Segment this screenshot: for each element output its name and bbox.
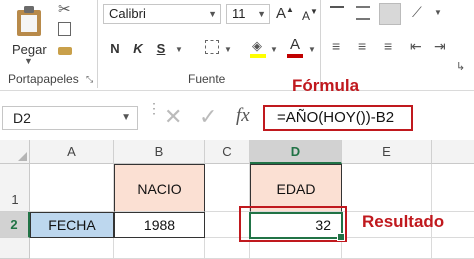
orientation-icon[interactable]: ⟋ (412, 4, 422, 21)
clipboard-group-label: Portapapeles (8, 72, 79, 86)
cell-b1[interactable]: NACIO (114, 164, 205, 212)
bold-button[interactable]: N (108, 41, 122, 56)
cell-c1[interactable] (205, 164, 250, 212)
fill-handle[interactable] (337, 233, 345, 241)
align-top-icon[interactable] (330, 6, 344, 22)
underline-dropdown-icon[interactable]: ▼ (175, 45, 183, 54)
cell-d1[interactable]: EDAD (250, 164, 342, 212)
divider (97, 0, 98, 88)
align-small-icon[interactable]: ↳ (456, 60, 465, 73)
cell-b3[interactable] (114, 238, 205, 259)
underline-button[interactable]: S (154, 41, 168, 56)
font-color-icon: A (289, 36, 300, 53)
grow-font-icon: A (276, 5, 287, 22)
row-header-1[interactable]: 1 (0, 164, 30, 212)
chevron-down-icon: ▼ (208, 9, 217, 19)
column-header-e[interactable]: E (342, 140, 432, 164)
column-header-b[interactable]: B (114, 140, 205, 164)
font-size-value: 11 (232, 6, 246, 21)
column-header-c[interactable]: C (205, 140, 250, 164)
insert-function-icon[interactable]: fx (236, 105, 250, 127)
format-painter-icon[interactable] (58, 47, 72, 55)
formula-annotation: Fórmula (292, 76, 360, 95)
paste-label: Pegar (12, 42, 47, 57)
select-all-icon (18, 152, 27, 161)
row-header-3[interactable] (0, 238, 30, 259)
chevron-down-icon: ▼ (121, 112, 131, 123)
cut-icon[interactable]: ✂ (58, 0, 71, 18)
font-name-value: Calibri (109, 6, 146, 21)
cell-a3[interactable] (30, 238, 114, 259)
result-annotation: Resultado (362, 212, 445, 231)
name-box[interactable]: D2 ▼ (2, 106, 138, 130)
chevron-down-icon: ▼ (24, 56, 33, 66)
italic-button[interactable]: K (131, 41, 145, 56)
cell-e3[interactable] (342, 238, 432, 259)
align-bottom-icon[interactable] (379, 3, 401, 25)
align-center-icon[interactable]: ≡ (358, 38, 366, 54)
decrease-indent-icon[interactable]: ⇤ (410, 38, 422, 55)
borders-dropdown-icon[interactable]: ▼ (224, 45, 232, 54)
align-left-icon[interactable]: ≡ (332, 38, 340, 54)
select-all-button[interactable] (0, 140, 30, 164)
cell-f1[interactable] (432, 164, 474, 212)
birth-year-value: 1988 (143, 217, 176, 233)
column-header-f[interactable] (432, 140, 474, 164)
enter-icon[interactable]: ✓ (199, 104, 217, 130)
shrink-font-icon: A (302, 9, 311, 23)
fill-color-icon[interactable]: ◈ (250, 38, 266, 58)
cancel-icon[interactable]: ✕ (164, 104, 182, 130)
clipboard-icon (17, 6, 41, 36)
grow-font-button[interactable]: A▲ (276, 5, 294, 23)
font-group-label: Fuente (188, 72, 226, 86)
fill-dropdown-icon[interactable]: ▼ (270, 45, 278, 54)
formula-input-box[interactable]: =AÑO(HOY())-B2 (263, 105, 413, 131)
name-box-value: D2 (13, 110, 31, 126)
paste-button[interactable]: Pegar ▼ (8, 2, 52, 68)
font-color-dropdown-icon[interactable]: ▼ (308, 45, 316, 54)
divider (320, 0, 321, 88)
more-dots-icon: ⋮ (147, 100, 161, 116)
nacio-label: NACIO (137, 181, 182, 197)
font-name-select[interactable]: Calibri ▼ (103, 4, 221, 24)
spreadsheet-grid: A B C D E 1 2 NACIO EDAD FECHA 1988 32 (0, 140, 474, 259)
font-size-select[interactable]: 11 ▼ (226, 4, 270, 24)
chevron-down-icon: ▼ (257, 9, 266, 19)
formula-input: =AÑO(HOY())-B2 (277, 109, 395, 126)
borders-icon[interactable] (205, 40, 219, 54)
cell-b2[interactable]: 1988 (114, 212, 205, 238)
column-header-d[interactable]: D (250, 140, 342, 164)
ribbon: Pegar ▼ ✂ Portapapeles ⤡ Calibri ▼ 11 ▼ … (0, 0, 474, 91)
increase-indent-icon[interactable]: ⇥ (434, 38, 446, 55)
dialog-launcher-icon[interactable]: ⤡ (86, 74, 93, 85)
fecha-label: FECHA (48, 217, 96, 233)
cell-a2[interactable]: FECHA (30, 212, 114, 238)
formula-bar: D2 ▼ ⋮ ✕ ✓ fx =AÑO(HOY())-B2 (0, 100, 474, 136)
edad-label: EDAD (276, 181, 316, 197)
orientation-dropdown-icon[interactable]: ▼ (434, 8, 442, 17)
column-header-a[interactable]: A (30, 140, 114, 164)
font-color-button[interactable]: A (287, 36, 303, 58)
row-header-2[interactable]: 2 (0, 212, 30, 238)
age-value: 32 (315, 217, 331, 233)
align-right-icon[interactable]: ≡ (384, 38, 392, 54)
cell-a1[interactable] (30, 164, 114, 212)
shrink-font-button[interactable]: A▼ (302, 7, 318, 25)
cell-f3[interactable] (432, 238, 474, 259)
cell-d2[interactable]: 32 (249, 212, 345, 241)
cell-e1[interactable] (342, 164, 432, 212)
copy-icon[interactable] (58, 22, 71, 36)
align-middle-icon[interactable] (356, 6, 370, 20)
